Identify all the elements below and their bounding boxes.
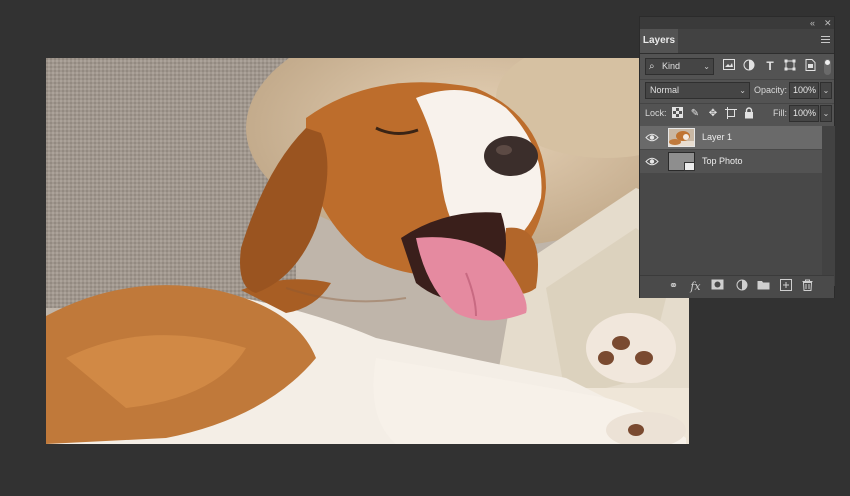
adjustment-filter-icon[interactable] [742, 59, 756, 73]
visibility-eye-icon[interactable] [645, 155, 659, 168]
layer-name: Top Photo [702, 156, 743, 166]
panel-title-bar: « ✕ [640, 17, 834, 29]
divider [640, 79, 834, 80]
shape-filter-icon[interactable] [783, 59, 797, 73]
delete-layer-icon[interactable] [800, 279, 815, 294]
smart-object-badge-icon [684, 162, 695, 171]
layer-row-layer-1[interactable]: Layer 1 [640, 126, 822, 149]
close-panel-button[interactable]: ✕ [824, 17, 832, 29]
add-mask-icon[interactable] [710, 279, 725, 294]
fill-label: Fill: [773, 108, 787, 118]
image-filter-icon[interactable] [722, 59, 736, 73]
layer-thumbnail [668, 128, 695, 147]
fill-field[interactable]: 100% [789, 105, 819, 122]
filter-kind-dropdown[interactable]: ⌕ Kind ⌄ [645, 58, 714, 75]
beagle-photo [46, 58, 689, 444]
layer-list: Layer 1 Top Photo [640, 126, 835, 286]
filter-toggle-switch[interactable] [824, 59, 831, 75]
layer-row-top-photo[interactable]: Top Photo [640, 150, 822, 173]
chevron-down-icon: ⌄ [703, 62, 710, 71]
link-layers-icon[interactable]: ⚭ [666, 279, 681, 294]
lock-transparent-pixels-icon[interactable] [670, 107, 684, 121]
filter-kind-label: Kind [662, 61, 681, 71]
type-filter-icon[interactable]: T [763, 59, 777, 73]
fill-dropdown-icon[interactable]: ⌄ [820, 105, 832, 122]
new-group-icon[interactable] [756, 279, 771, 294]
smart-object-filter-icon[interactable] [803, 59, 817, 73]
lock-row: Lock: ✎ ✥ Fill: 100% ⌄ [640, 105, 834, 125]
adjustment-layer-icon[interactable] [734, 279, 749, 294]
panel-tab-bar: Layers [640, 29, 834, 54]
collapse-panel-button[interactable]: « [810, 17, 815, 29]
panel-menu-icon[interactable] [821, 36, 830, 45]
lock-label: Lock: [645, 108, 667, 118]
tab-layers[interactable]: Layers [640, 29, 678, 53]
visibility-eye-icon[interactable] [645, 131, 659, 144]
chevron-down-icon: ⌄ [739, 86, 746, 95]
lock-image-pixels-icon[interactable]: ✎ [688, 107, 702, 121]
blend-row: Normal ⌄ Opacity: 100% ⌄ [640, 81, 834, 101]
blend-mode-value: Normal [650, 85, 680, 95]
layer-list-scrollbar[interactable] [822, 126, 835, 286]
layers-panel: « ✕ Layers ⌕ Kind ⌄ T Normal ⌄ Opacity: … [639, 16, 835, 298]
layers-footer-bar: ⚭ fx [640, 275, 834, 298]
opacity-dropdown-icon[interactable]: ⌄ [820, 82, 832, 99]
blend-mode-dropdown[interactable]: Normal ⌄ [645, 82, 750, 99]
fx-icon[interactable]: fx [688, 279, 703, 294]
search-icon: ⌕ [649, 61, 655, 72]
lock-all-icon[interactable] [742, 107, 756, 121]
new-layer-icon[interactable] [778, 279, 793, 294]
divider [640, 103, 834, 104]
layer-filter-row: ⌕ Kind ⌄ T [640, 56, 834, 80]
lock-position-icon[interactable]: ✥ [706, 107, 720, 121]
opacity-field[interactable]: 100% [789, 82, 819, 99]
lock-artboard-icon[interactable] [724, 107, 738, 121]
canvas-image[interactable] [46, 58, 689, 444]
layer-name: Layer 1 [702, 132, 733, 142]
opacity-label: Opacity: [754, 85, 788, 95]
